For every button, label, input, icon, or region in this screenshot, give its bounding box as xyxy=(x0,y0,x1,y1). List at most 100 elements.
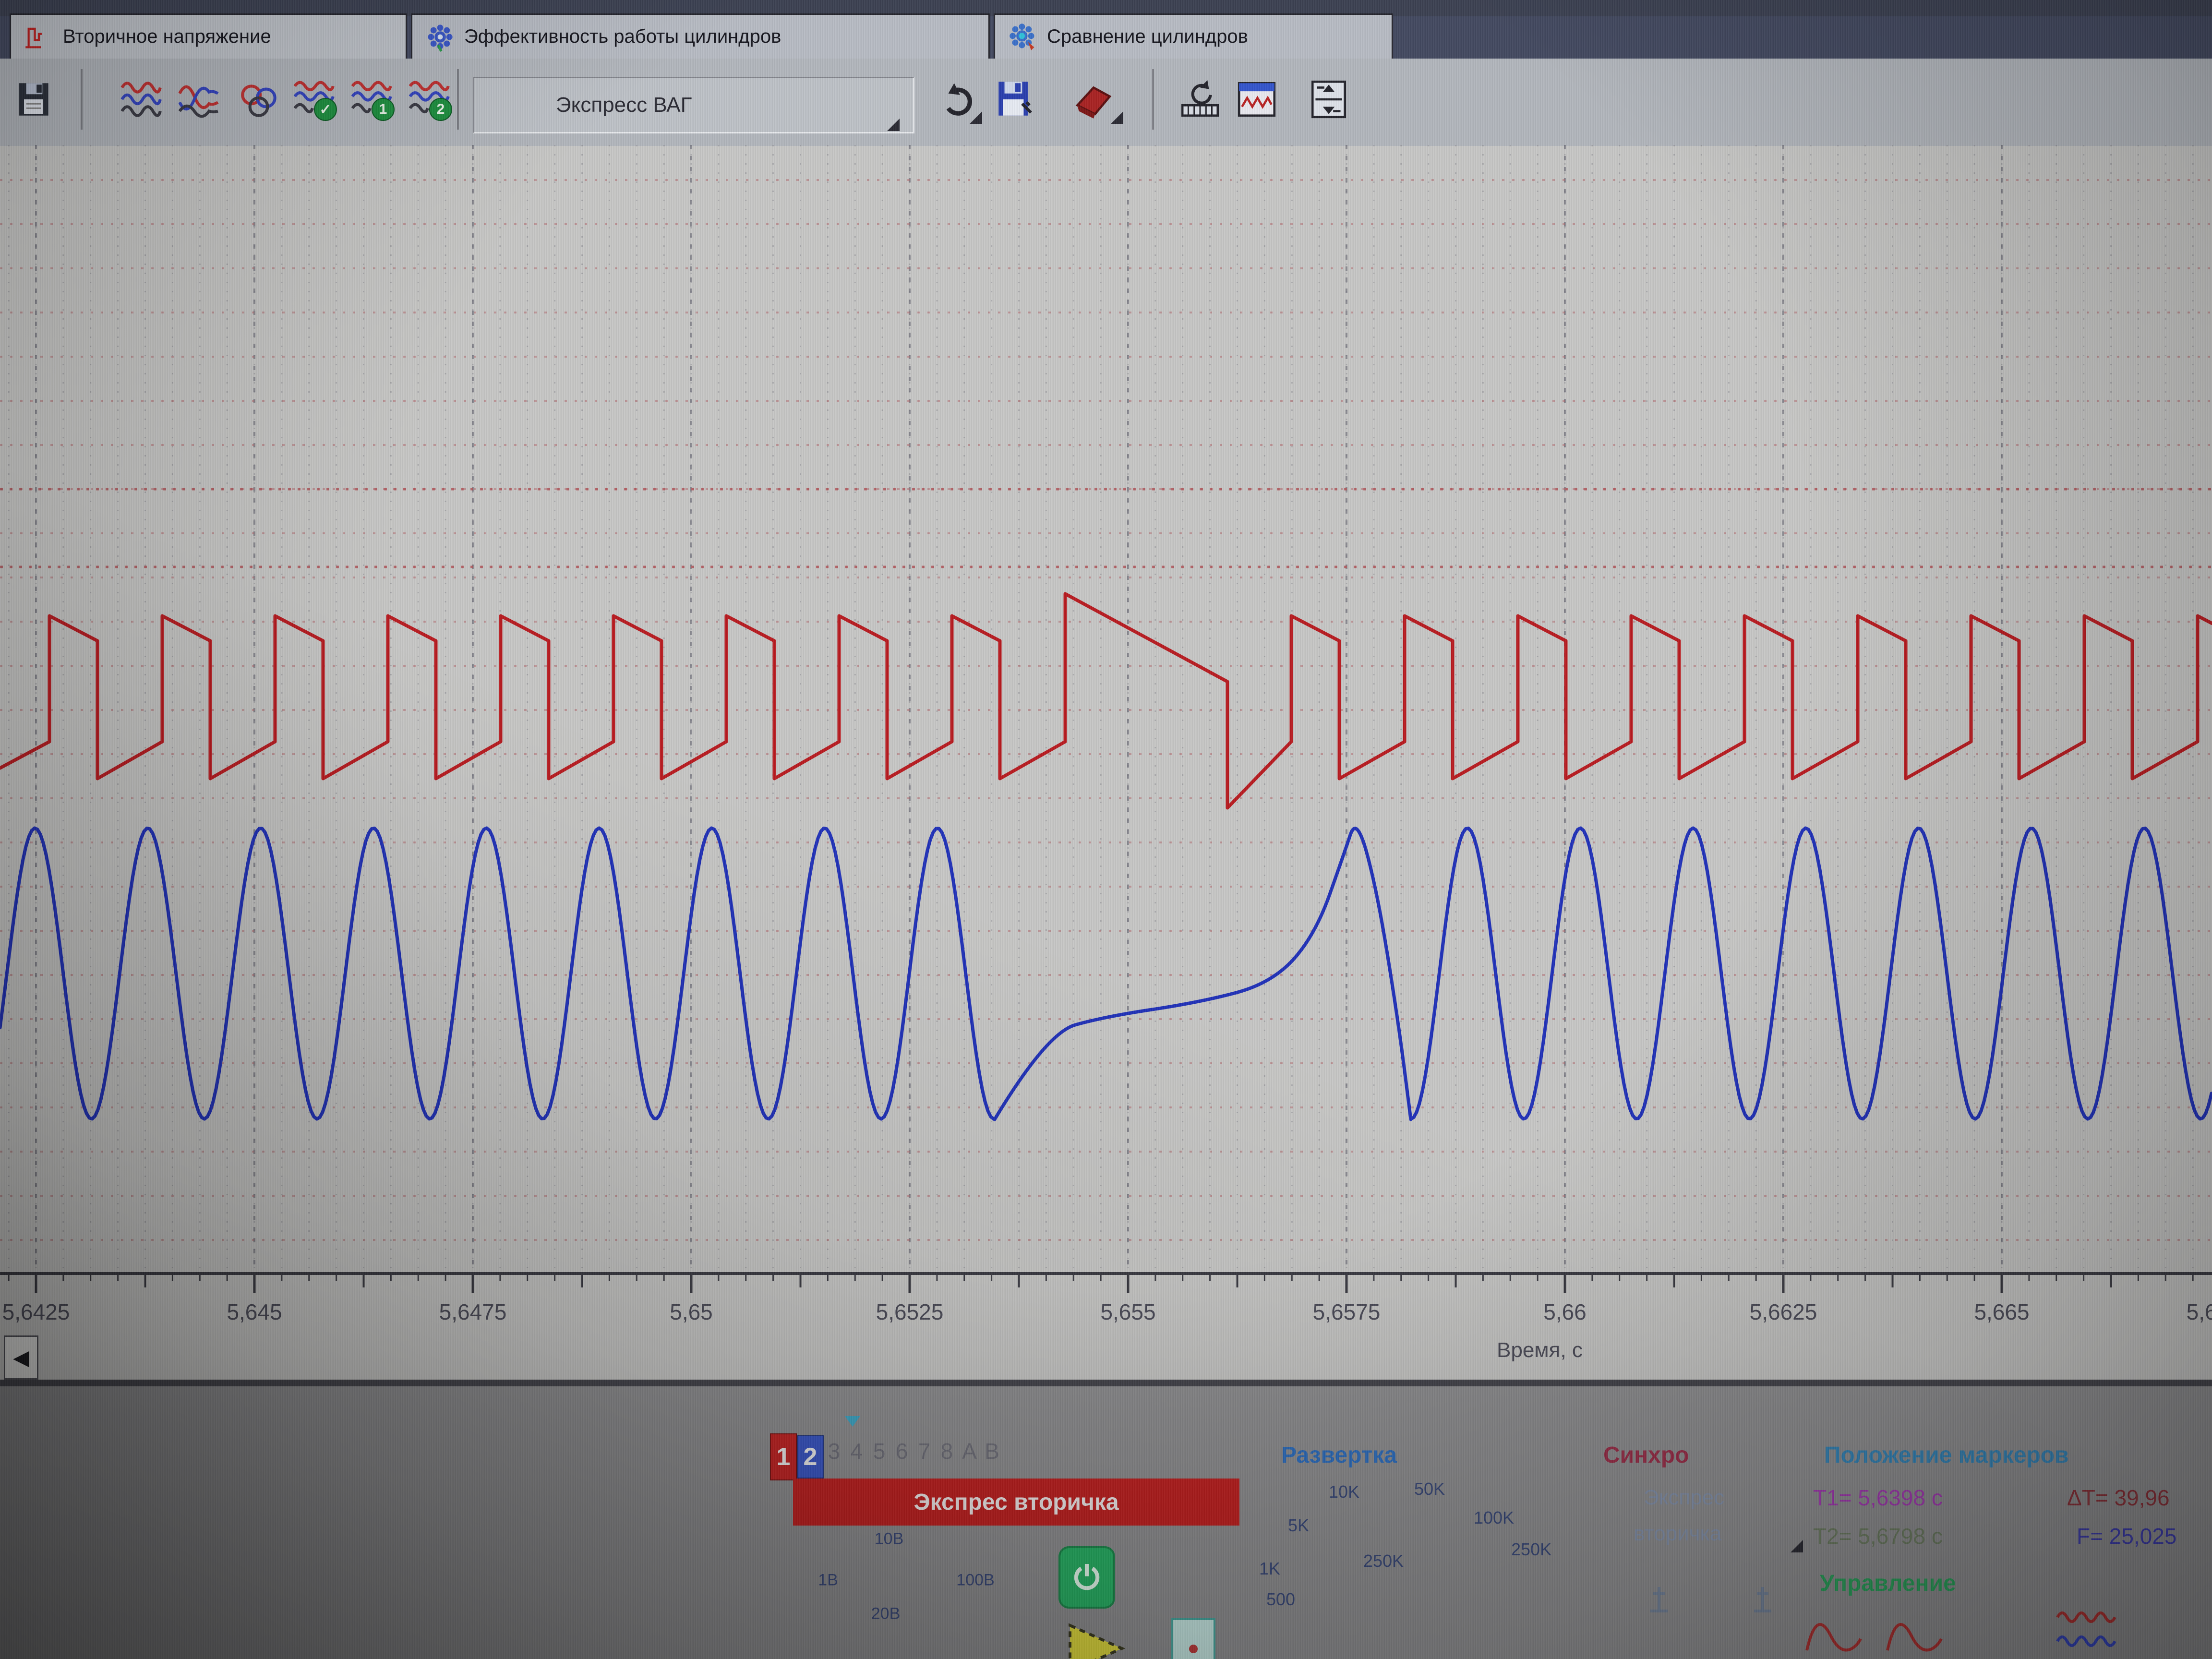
dial-option-100K[interactable]: 100K xyxy=(1474,1508,1514,1528)
channel-mode-banner[interactable]: Экспрес вторичка xyxy=(793,1479,1239,1526)
preset-dropdown[interactable]: Экспресс ВАГ xyxy=(473,77,914,133)
x-tick-label: 5,65 xyxy=(634,1299,749,1325)
x-tick-label: 5,66 xyxy=(1507,1299,1623,1325)
record-dot-icon xyxy=(1189,1645,1198,1653)
save-as-icon[interactable] xyxy=(990,73,1040,126)
channel-tab-8[interactable]: 8 xyxy=(936,1438,958,1464)
waveform-window-icon[interactable] xyxy=(1232,73,1282,126)
power-icon xyxy=(1070,1561,1104,1594)
waveforms-overlay-icon[interactable] xyxy=(174,73,224,126)
dial-option-100В[interactable]: 100В xyxy=(956,1571,994,1590)
sync-source-line2[interactable]: вторичка xyxy=(1634,1522,1721,1546)
dial-option-250K[interactable]: 250K xyxy=(1511,1539,1551,1560)
marker-f-value: F= 25,025 xyxy=(2077,1523,2176,1549)
toolbar-separator xyxy=(1152,69,1154,130)
dial-option-5K[interactable]: 5K xyxy=(1288,1515,1309,1536)
refresh-ruler-icon[interactable] xyxy=(1175,73,1225,126)
oscilloscope-plot[interactable] xyxy=(0,144,2212,1272)
tab-label: Сравнение цилиндров xyxy=(1047,26,1248,48)
scroll-left-arrow-icon: ◀ xyxy=(13,1346,29,1370)
sync-dropdown-arrow-icon[interactable] xyxy=(1791,1540,1803,1552)
series-ignition xyxy=(0,594,2212,808)
dial-option-20В[interactable]: 20В xyxy=(871,1605,901,1623)
save-icon[interactable] xyxy=(9,73,59,126)
fit-vertical-icon[interactable] xyxy=(1304,73,1354,126)
channel-marker-icon xyxy=(843,1414,862,1429)
dial-option-1В[interactable]: 1В xyxy=(818,1571,838,1590)
toolbar-separator xyxy=(81,69,83,130)
x-tick-label: 5,6675 xyxy=(2163,1299,2212,1325)
x-tick-label: 5,6575 xyxy=(1289,1299,1404,1325)
channel-power-button[interactable] xyxy=(1058,1546,1115,1609)
control-panel: 1 2 345678AB Экспрес вторичка Развертка … xyxy=(0,1386,2212,1659)
channel-tab-2[interactable]: 2 xyxy=(797,1435,824,1479)
dial-option-500[interactable]: 500 xyxy=(1266,1589,1295,1610)
waveforms-loop-icon[interactable] xyxy=(234,73,284,126)
channel-tab-B[interactable]: B xyxy=(981,1438,1003,1464)
x-axis xyxy=(0,1272,2212,1382)
tab-cylinder-efficiency[interactable]: Эффективность работы цилиндров xyxy=(411,13,990,59)
check-badge: ✓ xyxy=(314,98,337,121)
dial-option-1K[interactable]: 1K xyxy=(1259,1559,1280,1579)
sine-wave-button[interactable] xyxy=(1884,1612,1956,1659)
channel-tab-5[interactable]: 5 xyxy=(868,1438,890,1464)
tab-cylinder-comparison[interactable]: Сравнение цилиндров xyxy=(994,13,1393,59)
channel-tab-3[interactable]: 3 xyxy=(823,1438,845,1464)
marker-dt-value: ΔT= 39,96 xyxy=(2067,1485,2170,1511)
tab-secondary-voltage[interactable]: Вторичное напряжение xyxy=(10,13,407,59)
x-tick-label: 5,645 xyxy=(197,1299,312,1325)
x-tick-label: 5,6425 xyxy=(0,1299,94,1325)
control-section-title: Управление xyxy=(1820,1570,1956,1597)
x-axis-title: Время, с xyxy=(1497,1338,1583,1362)
dial-option-250K[interactable]: 250K xyxy=(1363,1551,1404,1571)
sine-wave-button[interactable] xyxy=(1803,1612,1875,1659)
marker-pin-icon[interactable] xyxy=(1747,1584,1778,1618)
one-badge: 1 xyxy=(372,98,395,121)
sweep-section-title: Развертка xyxy=(1281,1442,1397,1468)
marker-pin-icon[interactable] xyxy=(1644,1584,1674,1618)
dropdown-arrow-icon xyxy=(970,111,982,124)
sync-section-title: Синхро xyxy=(1603,1442,1689,1468)
application-window: Вторичное напряжение Эффективность работ… xyxy=(0,0,2212,1659)
toolbar-separator xyxy=(457,69,459,130)
scroll-left-button[interactable]: ◀ xyxy=(4,1335,38,1380)
x-tick-label: 5,6525 xyxy=(852,1299,967,1325)
eraser-icon[interactable] xyxy=(1061,73,1123,126)
channel-tab-6[interactable]: 6 xyxy=(890,1438,913,1464)
ignition-waveform-icon xyxy=(24,22,54,52)
gear-compare-icon xyxy=(1008,22,1038,52)
preset-value: Экспресс ВАГ xyxy=(556,93,692,117)
waveforms-1-icon[interactable]: 1 xyxy=(347,73,397,126)
marker-t1-value: T1= 5,6398 с xyxy=(1813,1485,1943,1511)
panel-divider xyxy=(0,1380,2212,1386)
main-toolbar: ✓ 1 2 Экспресс ВАГ xyxy=(0,59,2212,148)
undo-icon[interactable] xyxy=(935,73,985,126)
channel-tab-7[interactable]: 7 xyxy=(913,1438,936,1464)
tab-label: Эффективность работы цилиндров xyxy=(464,26,781,48)
channel-tab-A[interactable]: A xyxy=(958,1438,981,1464)
channel-play-button[interactable] xyxy=(1062,1620,1130,1659)
dropdown-arrow-icon xyxy=(887,119,900,131)
markers-section-title: Положение маркеров xyxy=(1824,1442,2069,1468)
series-sine xyxy=(0,828,2212,1119)
waveforms-2-icon[interactable]: 2 xyxy=(404,73,454,126)
dial-option-10K[interactable]: 10K xyxy=(1329,1482,1359,1502)
record-button[interactable] xyxy=(1171,1618,1215,1659)
two-badge: 2 xyxy=(429,98,452,121)
dropdown-arrow-icon xyxy=(1111,111,1123,124)
gear-blue-icon xyxy=(425,22,456,52)
channel-tab-1[interactable]: 1 xyxy=(770,1433,797,1480)
dual-wave-button[interactable] xyxy=(2053,1605,2149,1659)
dial-option-50K[interactable]: 50K xyxy=(1414,1479,1445,1499)
waveforms-check-icon[interactable]: ✓ xyxy=(289,73,339,126)
x-tick-label: 5,6625 xyxy=(1726,1299,1841,1325)
tab-label: Вторичное напряжение xyxy=(63,26,271,48)
x-tick-label: 5,655 xyxy=(1070,1299,1186,1325)
sync-source-line1[interactable]: Экспрес xyxy=(1644,1486,1724,1510)
waveforms-all-icon[interactable] xyxy=(116,73,166,126)
x-tick-label: 5,665 xyxy=(1944,1299,2059,1325)
dial-option-10В[interactable]: 10В xyxy=(875,1530,904,1549)
tab-bar: Вторичное напряжение Эффективность работ… xyxy=(0,0,2212,59)
marker-t2-value: T2= 5,6798 с xyxy=(1813,1523,1943,1549)
channel-tab-4[interactable]: 4 xyxy=(845,1438,868,1464)
